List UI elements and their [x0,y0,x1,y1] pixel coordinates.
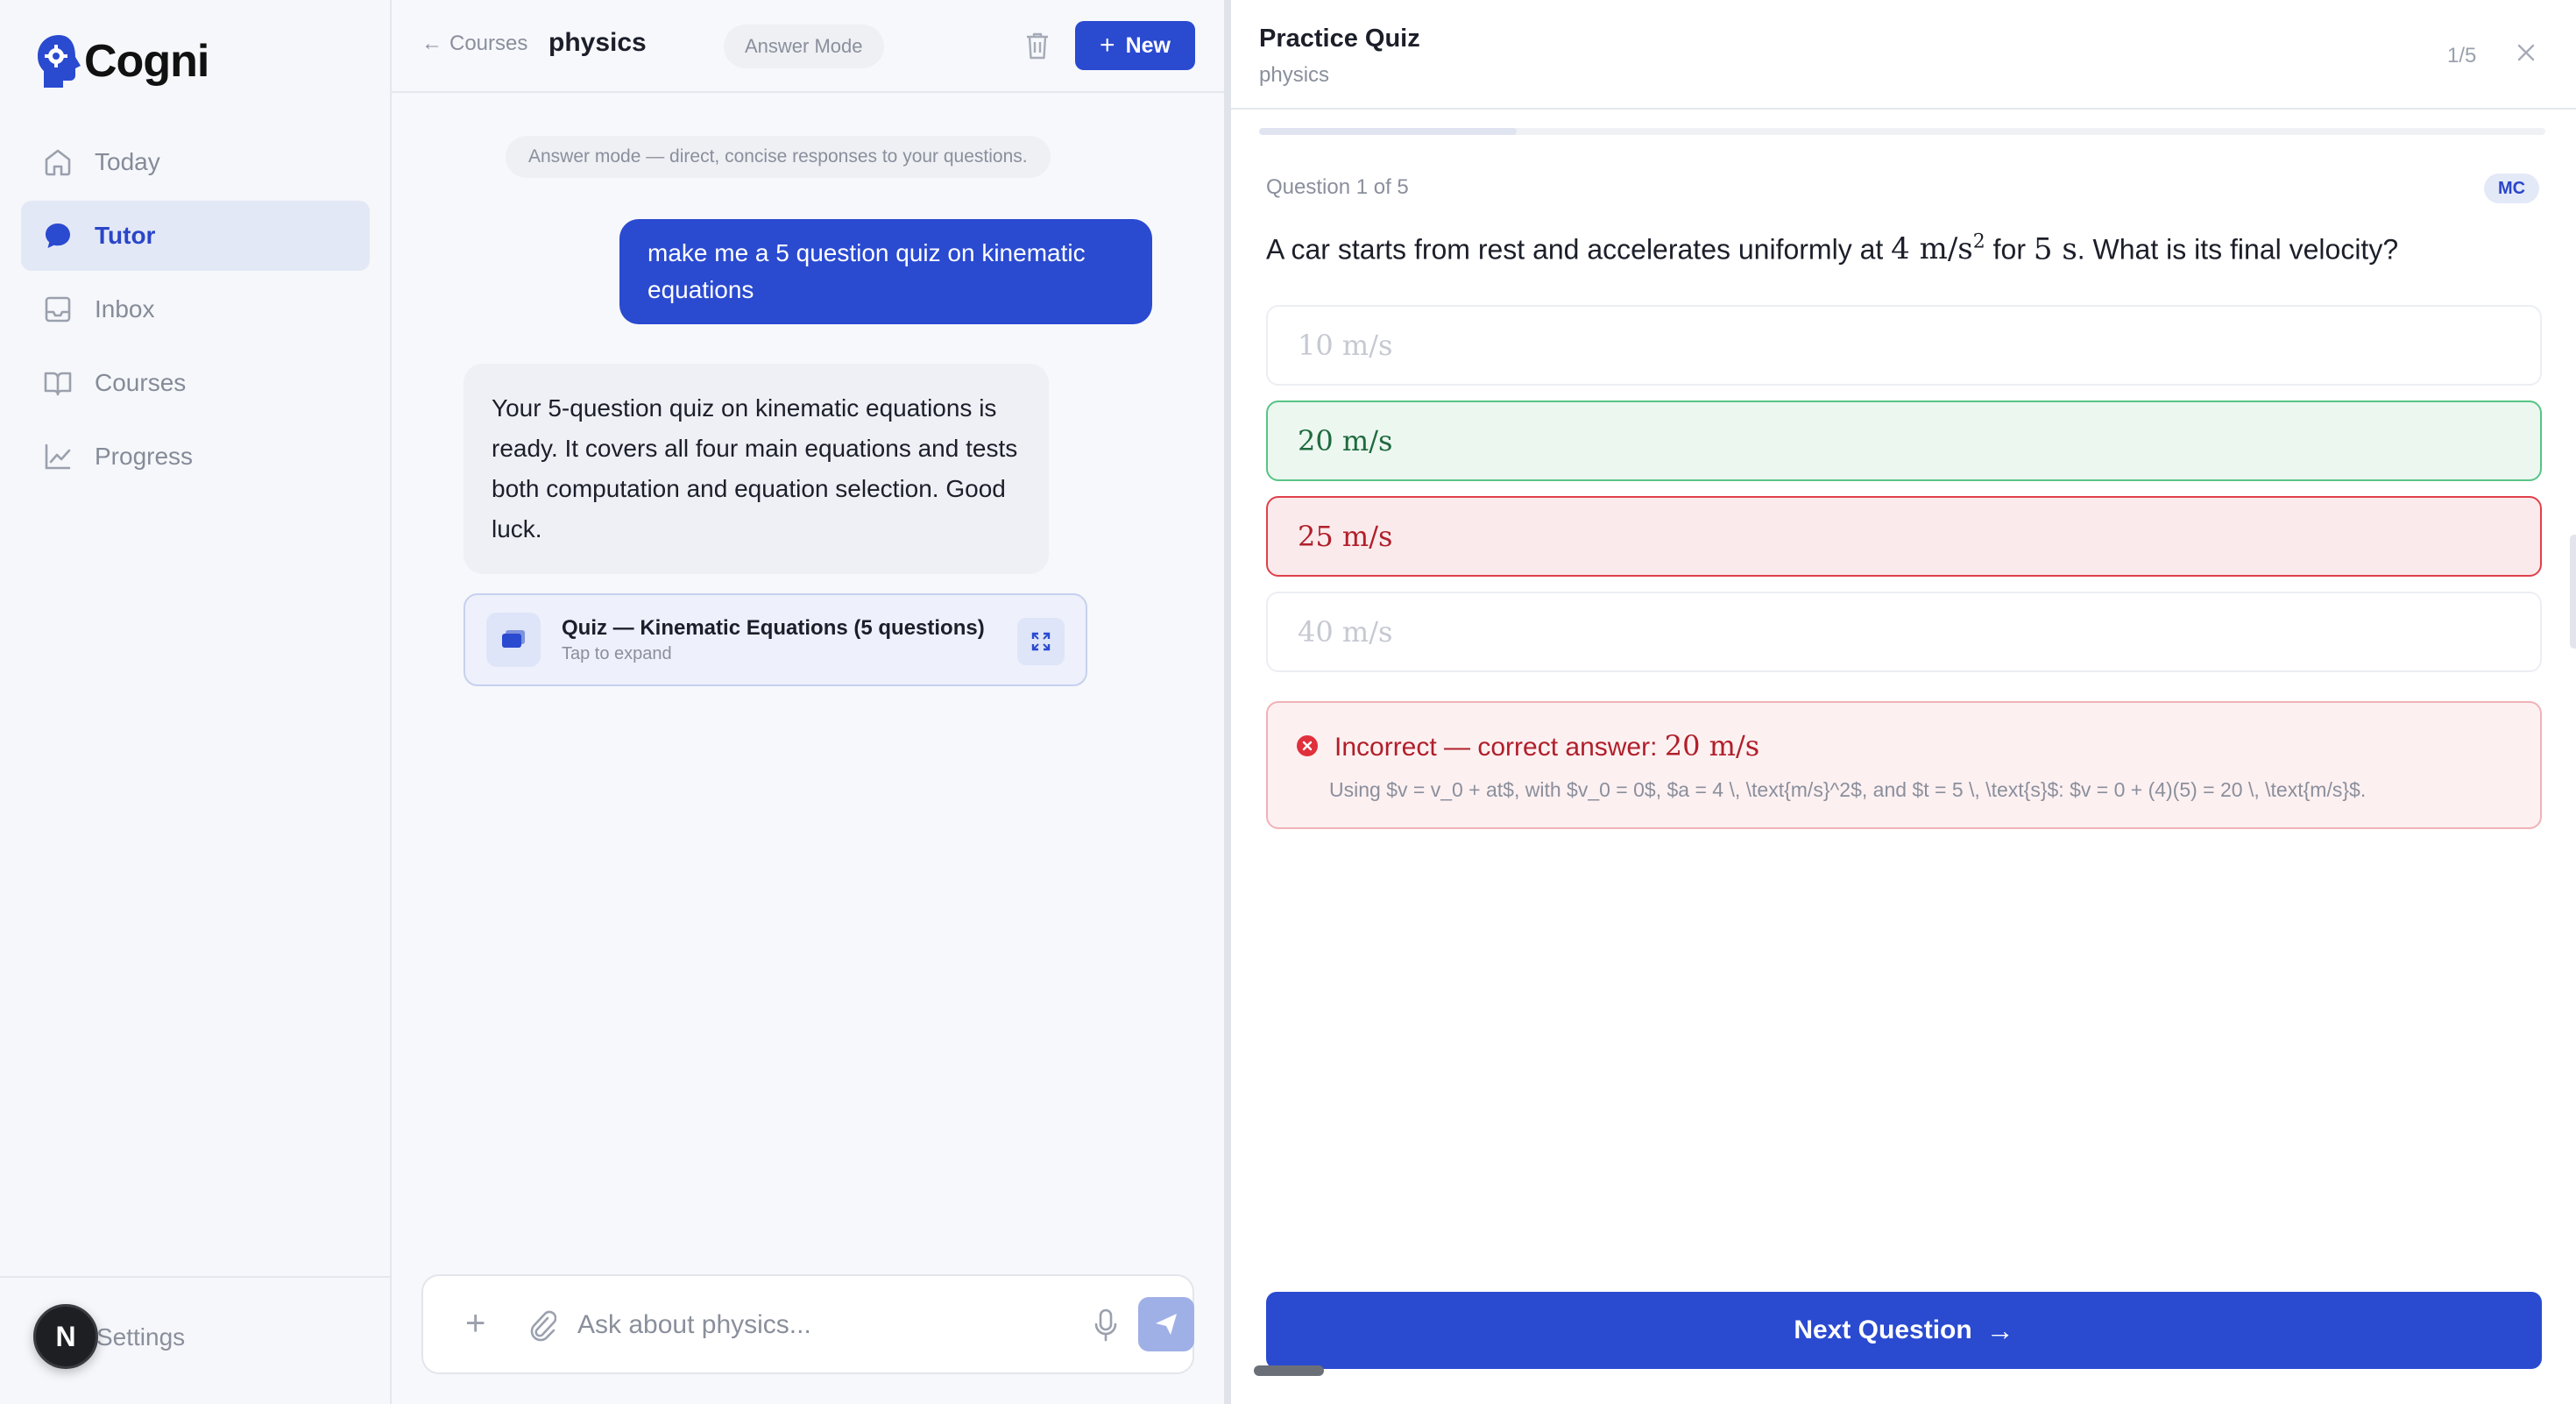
question-type-badge: MC [2484,174,2540,203]
avatar[interactable]: N [33,1304,98,1369]
option-label: 40 m/s [1298,615,1393,649]
sidebar-item-label: Today [95,148,160,175]
sidebar-item-label: Inbox [95,295,155,323]
mode-pill[interactable]: Answer Mode [724,25,884,68]
edge-handle[interactable] [2570,535,2576,649]
accel-exponent: 2 [1972,231,1985,253]
brain-head-icon [38,35,81,88]
microphone-icon[interactable] [1093,1308,1119,1343]
next-button-label: Next Question [1794,1315,1972,1344]
brand-name: Cogni [84,36,209,87]
question-part: A car starts from rest and accelerates u… [1266,233,1892,266]
quiz-subtitle: physics [1259,63,1330,87]
feedback-answer: 20 m/s [1664,729,1760,762]
question-text: A car starts from rest and accelerates u… [1266,231,2398,266]
horizontal-scrollbar[interactable] [1254,1365,1324,1376]
answer-option-2[interactable]: 20 m/s [1266,401,2542,481]
question-part: for [1985,233,2034,266]
quiz-title: Practice Quiz [1259,25,1420,53]
sidebar-footer: Settings N [0,1276,390,1404]
quiz-counter: 1/5 [2447,44,2477,67]
sidebar-item-label: Courses [95,369,187,396]
mode-note: Answer mode — direct, concise responses … [506,136,1051,178]
quiz-cards-icon [486,613,541,667]
plus-icon: + [1100,31,1115,60]
question-time: 5 s [2033,231,2077,267]
inbox-icon [45,296,71,323]
next-question-button[interactable]: Next Question → [1266,1292,2542,1369]
sidebar-item-today[interactable]: Today [21,127,370,197]
new-button-label: New [1125,32,1171,58]
answer-feedback: Incorrect — correct answer: 20 m/s Using… [1266,701,2542,829]
answer-option-1[interactable]: 10 m/s [1266,305,2542,386]
sidebar-item-label: Tutor [95,222,156,249]
sidebar-item-tutor[interactable]: Tutor [21,201,370,271]
accel-value: 4 m/s [1891,231,1973,267]
option-label: 10 m/s [1298,329,1393,362]
question-accel: 4 m/s2 [1891,231,1985,266]
sidebar-nav: Today Tutor Inbox Courses Progress [21,127,370,495]
add-icon[interactable]: + [465,1304,485,1344]
logo[interactable]: Cogni [35,33,209,89]
chat-title: physics [548,28,647,57]
quiz-header: Practice Quiz physics 1/5 [1231,0,2576,110]
arrow-left-icon: ← [421,32,442,55]
panel-resize-divider[interactable] [1224,0,1231,1404]
message-composer: + [421,1274,1194,1374]
sidebar-item-progress[interactable]: Progress [21,422,370,492]
quiz-progress-bar [1259,128,2545,135]
send-button[interactable] [1138,1297,1194,1351]
option-label: 20 m/s [1298,424,1393,457]
trash-icon[interactable] [1023,30,1052,61]
chat-panel: ← Courses physics Answer Mode + New Answ… [392,0,1224,1404]
question-number: Question 1 of 5 [1266,175,1409,199]
settings-link[interactable]: Settings [96,1323,185,1351]
user-message: make me a 5 question quiz on kinematic e… [619,219,1152,324]
answer-option-4[interactable]: 40 m/s [1266,592,2542,672]
arrow-right-icon: → [1985,1314,2014,1346]
quiz-card-subtitle: Tap to expand [562,643,672,663]
book-icon [44,372,72,396]
paperclip-icon[interactable] [527,1308,556,1343]
chart-icon [45,443,71,470]
home-icon [45,149,71,176]
back-link-label: Courses [449,32,528,55]
send-icon [1156,1314,1177,1335]
question-part: . What is its final velocity? [2077,233,2399,266]
feedback-headline: Incorrect — correct answer: 20 m/s [1334,729,1759,762]
sidebar-item-label: Progress [95,443,194,470]
quiz-card-title: Quiz — Kinematic Equations (5 questions) [562,615,985,640]
back-to-courses-link[interactable]: ← Courses [421,32,527,56]
assistant-message: Your 5-question quiz on kinematic equati… [464,364,1049,574]
sidebar-item-inbox[interactable]: Inbox [21,274,370,344]
answer-option-3[interactable]: 25 m/s [1266,496,2542,577]
sidebar: Cogni Today Tutor Inbox Courses Progress… [0,0,392,1404]
new-chat-button[interactable]: + New [1075,21,1195,70]
expand-icon[interactable] [1017,618,1065,665]
sidebar-item-courses[interactable]: Courses [21,348,370,418]
error-circle-icon [1297,735,1318,756]
option-label: 25 m/s [1298,520,1393,553]
feedback-text: Incorrect — correct answer: [1334,733,1665,762]
feedback-explanation: Using $v = v_0 + at$, with $v_0 = 0$, $a… [1329,778,2367,801]
quiz-attachment-card[interactable]: Quiz — Kinematic Equations (5 questions)… [464,593,1087,686]
chat-bubble-icon [46,223,70,248]
practice-quiz-panel: Practice Quiz physics 1/5 Question 1 of … [1231,0,2576,1404]
chat-header: ← Courses physics Answer Mode + New [392,0,1224,93]
close-icon[interactable] [2512,39,2540,67]
quiz-progress-fill [1259,128,1517,135]
message-input[interactable] [577,1302,1016,1348]
